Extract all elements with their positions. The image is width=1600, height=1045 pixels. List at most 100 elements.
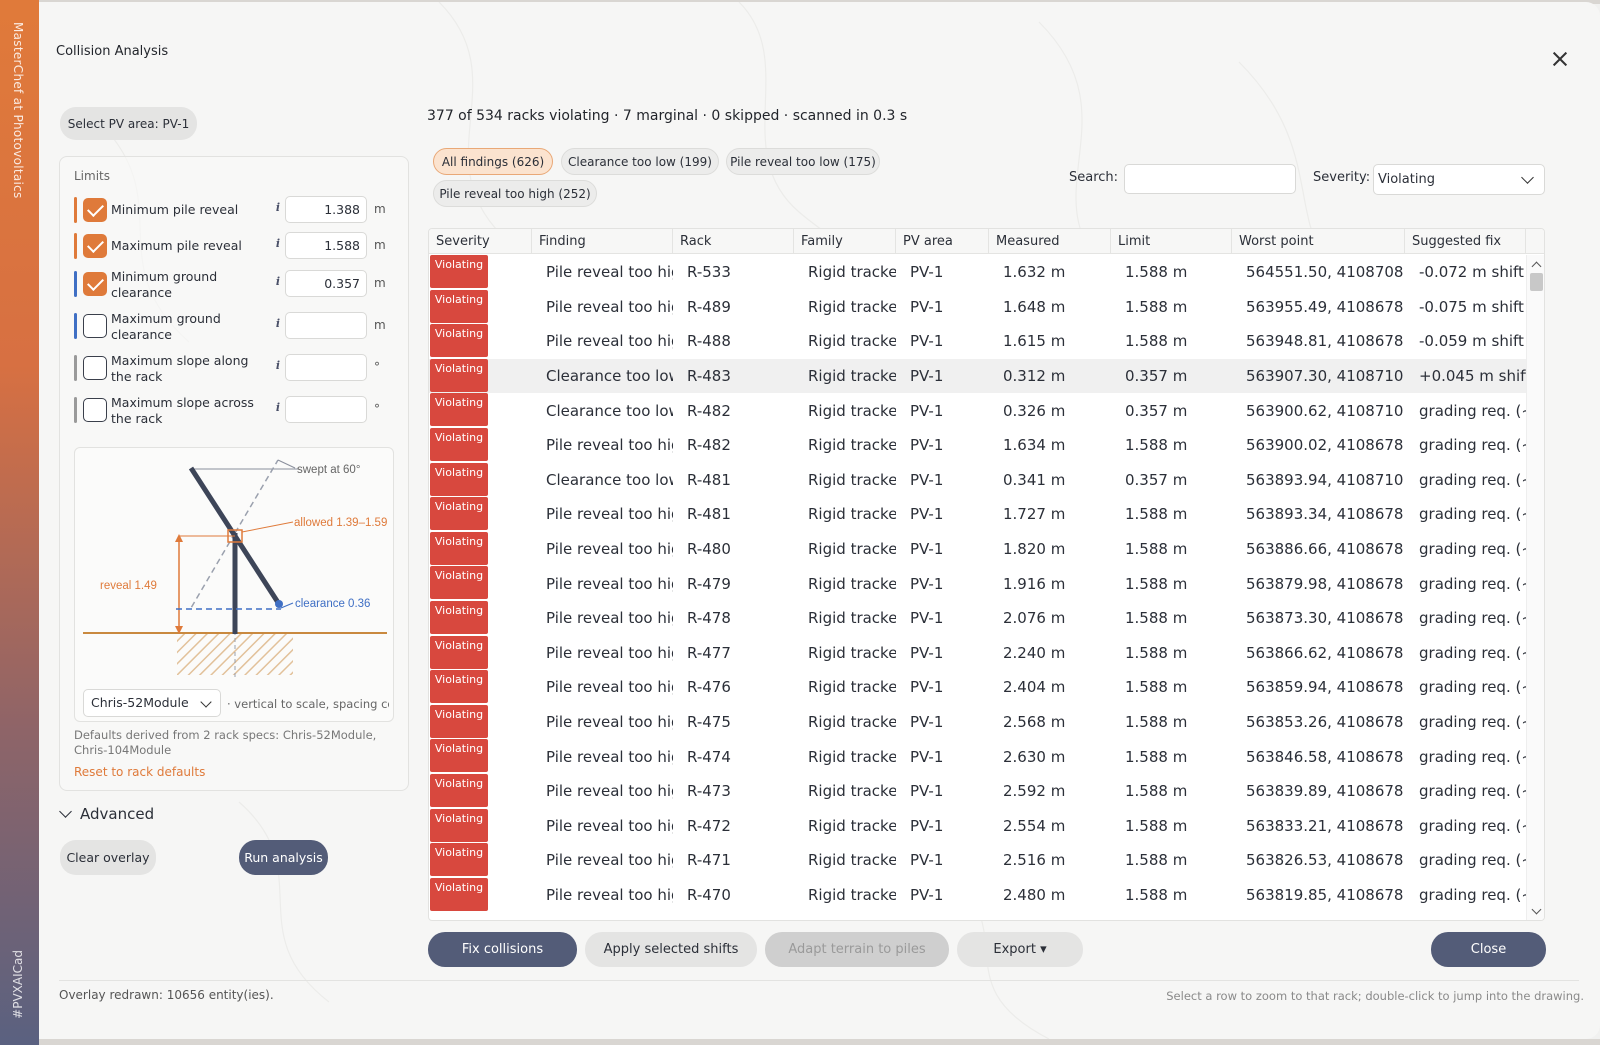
table-cell: 563839.89, 4108678.79: [1246, 782, 1405, 801]
scroll-down-icon[interactable]: [1531, 904, 1542, 915]
table-row[interactable]: Violating Clearance too low R-481 Rigid tra…: [429, 462, 1526, 498]
reset-to-defaults-link[interactable]: Reset to rack defaults: [74, 765, 205, 779]
export-button[interactable]: Export ▾: [957, 932, 1083, 967]
table-row[interactable]: Violating Pile reveal too high R-489 Rigid …: [429, 289, 1526, 325]
severity-select[interactable]: Violating: [1373, 164, 1545, 195]
table-cell: 1.588 m: [1125, 713, 1188, 732]
table-row[interactable]: Violating Pile reveal too high R-475 Rigid …: [429, 704, 1526, 740]
clear-overlay-button[interactable]: Clear overlay: [60, 840, 156, 875]
table-row[interactable]: Violating Pile reveal too high R-478 Rigid …: [429, 600, 1526, 636]
filter-chip[interactable]: All findings (626): [433, 148, 553, 175]
limit-label: Maximum pile reveal: [111, 238, 242, 253]
table-cell: grading req. (~: [1419, 678, 1526, 697]
advanced-toggle[interactable]: Advanced: [59, 805, 155, 823]
limit-input[interactable]: [285, 312, 367, 339]
column-header[interactable]: Rack: [673, 229, 794, 254]
table-cell: 1.588 m: [1125, 574, 1188, 593]
table-cell: 1.820 m: [1003, 540, 1066, 559]
limit-input[interactable]: 1.588: [285, 232, 367, 259]
table-cell: Pile reveal too high: [546, 851, 673, 870]
table-row[interactable]: Violating Pile reveal too high R-470 Rigid …: [429, 877, 1526, 913]
limit-checkbox[interactable]: [83, 234, 107, 258]
clearance-label: clearance 0.36: [295, 598, 370, 610]
select-pv-area-button[interactable]: Select PV area: PV-1: [60, 107, 197, 140]
info-icon[interactable]: i: [270, 237, 286, 253]
limit-checkbox[interactable]: [83, 356, 107, 380]
limit-checkbox[interactable]: [83, 398, 107, 422]
adapt-terrain-button[interactable]: Adapt terrain to piles: [765, 932, 949, 967]
limit-input[interactable]: 1.388: [285, 196, 367, 223]
rail-brand-top: MasterChef at Photovoltaics: [11, 22, 25, 199]
table-row[interactable]: Violating Clearance too low R-482 Rigid tra…: [429, 393, 1526, 428]
limit-checkbox[interactable]: [83, 314, 107, 338]
table-cell: Clearance too low: [546, 367, 673, 386]
column-header[interactable]: Family: [794, 229, 896, 254]
table-row[interactable]: Violating Pile reveal too high R-473 Rigid …: [429, 773, 1526, 809]
fix-collisions-button[interactable]: Fix collisions: [428, 932, 577, 967]
limit-input[interactable]: [285, 354, 367, 381]
chevron-down-icon: [200, 696, 212, 708]
table-cell: 0.357 m: [1125, 470, 1188, 489]
search-label: Search:: [1069, 170, 1119, 185]
limit-unit: m: [374, 202, 386, 216]
advanced-label: Advanced: [80, 805, 155, 823]
column-header[interactable]: Limit: [1111, 229, 1232, 254]
table-row[interactable]: Violating Clearance too low R-483 Rigid tra…: [429, 358, 1526, 394]
status-text: Overlay redrawn: 10656 entity(ies).: [59, 988, 274, 1002]
info-icon[interactable]: i: [270, 275, 286, 291]
table-cell: 2.404 m: [1003, 678, 1066, 697]
table-cell: 1.588 m: [1125, 678, 1188, 697]
column-header[interactable]: PV area: [896, 229, 989, 254]
table-row[interactable]: Violating Pile reveal too high R-482 Rigid …: [429, 427, 1526, 463]
table-scrollbar[interactable]: [1526, 255, 1544, 920]
scroll-thumb[interactable]: [1530, 273, 1543, 291]
scroll-up-icon[interactable]: [1531, 261, 1542, 272]
column-header[interactable]: Finding: [532, 229, 673, 254]
table-row[interactable]: Violating Pile reveal too high R-472 Rigid …: [429, 808, 1526, 844]
table-cell: 0.312 m: [1003, 367, 1066, 386]
table-row[interactable]: Violating Pile reveal too high R-480 Rigid …: [429, 531, 1526, 567]
severity-cell: Violating: [429, 808, 532, 844]
info-icon[interactable]: i: [270, 201, 286, 217]
close-icon[interactable]: [1549, 48, 1571, 70]
info-icon[interactable]: i: [270, 401, 286, 417]
table-row[interactable]: Violating Pile reveal too high R-533 Rigid …: [429, 255, 1526, 290]
swept-label: swept at 60°: [297, 464, 360, 476]
close-button[interactable]: Close: [1431, 932, 1546, 967]
table-cell: 1.588 m: [1125, 332, 1188, 351]
limit-input[interactable]: 0.357: [285, 270, 367, 297]
table-row[interactable]: Violating Pile reveal too high R-488 Rigid …: [429, 324, 1526, 359]
table-row[interactable]: Violating Pile reveal too high R-471 Rigid …: [429, 843, 1526, 878]
severity-cell: Violating: [429, 324, 532, 359]
run-analysis-button[interactable]: Run analysis: [239, 840, 328, 875]
column-header[interactable]: Severity: [429, 229, 532, 254]
search-input[interactable]: [1124, 164, 1296, 194]
table-row[interactable]: Violating Pile reveal too high R-474 Rigid …: [429, 739, 1526, 774]
table-cell: 1.588 m: [1125, 540, 1188, 559]
column-header[interactable]: Suggested fix: [1405, 229, 1526, 254]
limit-input[interactable]: [285, 396, 367, 423]
chevron-down-icon: [59, 805, 72, 818]
table-cell: R-475: [687, 713, 731, 732]
severity-badge: Violating: [430, 427, 488, 461]
table-cell: R-480: [687, 540, 731, 559]
info-icon[interactable]: i: [270, 359, 286, 375]
table-cell: Pile reveal too high: [546, 782, 673, 801]
filter-chip[interactable]: Pile reveal too low (175): [726, 148, 880, 175]
table-row[interactable]: Violating Pile reveal too high R-479 Rigid …: [429, 566, 1526, 601]
column-header[interactable]: Worst point: [1232, 229, 1405, 254]
table-row[interactable]: Violating Pile reveal too high R-477 Rigid …: [429, 635, 1526, 671]
table-row[interactable]: Violating Pile reveal too high R-481 Rigid …: [429, 497, 1526, 532]
filter-chip[interactable]: Clearance too low (199): [561, 148, 719, 175]
column-header[interactable]: Measured: [989, 229, 1111, 254]
filter-chip[interactable]: Pile reveal too high (252): [433, 180, 597, 207]
apply-selected-shifts-button[interactable]: Apply selected shifts: [585, 932, 757, 967]
limit-checkbox[interactable]: [83, 198, 107, 222]
info-icon[interactable]: i: [270, 317, 286, 333]
table-row[interactable]: Violating Pile reveal too high R-476 Rigid …: [429, 670, 1526, 705]
table-cell: R-473: [687, 782, 731, 801]
rack-spec-select[interactable]: Chris-52Module: [83, 689, 221, 717]
table-cell: R-477: [687, 643, 731, 662]
limit-checkbox[interactable]: [83, 272, 107, 296]
severity-cell: Violating: [429, 877, 532, 913]
